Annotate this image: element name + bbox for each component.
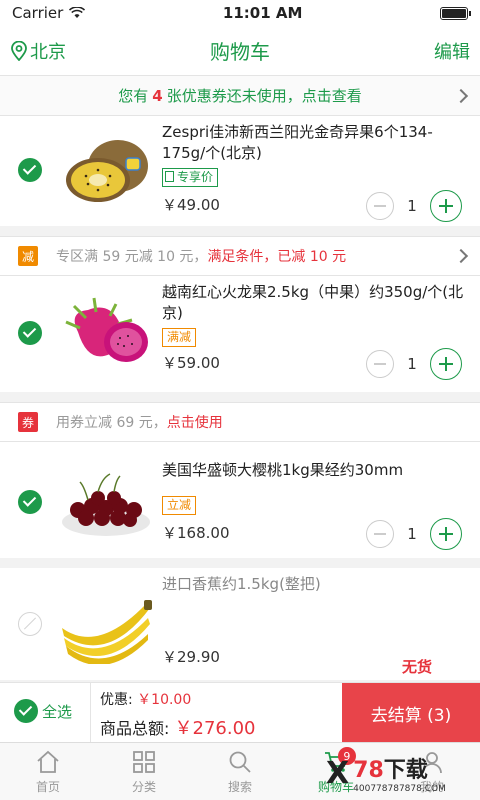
item-checkbox[interactable] — [18, 490, 42, 514]
select-all-label: 全选 — [42, 702, 73, 721]
item-price: ￥168.00 — [162, 524, 230, 542]
divider — [0, 392, 480, 402]
location-label: 北京 — [30, 41, 66, 63]
cart-item: 美国华盛顿大樱桃1kg果经约30mm 立减 ￥168.00 1 — [0, 448, 480, 558]
promo-badge: 减 — [18, 246, 38, 266]
divider — [0, 558, 480, 568]
chevron-right-icon — [453, 248, 469, 264]
checkout-button[interactable]: 去结算 (3) — [342, 683, 480, 743]
banana-image — [62, 600, 152, 664]
status-time: 11:01 AM — [222, 4, 303, 22]
edit-button[interactable]: 编辑 — [434, 38, 470, 64]
quantity-stepper: 1 — [366, 190, 462, 222]
total-label: 商品总额: — [100, 719, 170, 738]
watermark-x: X — [326, 755, 350, 791]
status-bar: Carrier 11:01 AM — [0, 0, 480, 26]
home-icon — [37, 750, 59, 773]
item-price: ￥29.90 — [162, 648, 220, 666]
item-name[interactable]: 美国华盛顿大樱桃1kg果经约30mm — [162, 460, 470, 481]
item-price: ￥49.00 — [162, 196, 220, 214]
increase-button[interactable] — [430, 518, 462, 550]
tab-label: 首页 — [35, 780, 60, 794]
total-value: ￥276.00 — [174, 718, 256, 739]
item-tag: 满减 — [162, 328, 197, 347]
coupon-suffix: 张优惠券还未使用，点击查看 — [166, 87, 362, 105]
divider — [90, 683, 91, 742]
location-pin-icon — [11, 40, 27, 61]
out-of-stock-label: 无货 — [401, 658, 432, 676]
category-icon — [133, 751, 155, 773]
page-title: 购物车 — [210, 40, 270, 64]
increase-button[interactable] — [430, 348, 462, 380]
coupon-banner[interactable]: 您有 4 张优惠券还未使用，点击查看 — [0, 76, 480, 116]
discount-row: 优惠: ￥10.00 — [100, 689, 191, 709]
tab-search[interactable]: 搜索 — [192, 743, 288, 800]
promo-text: 专区满 59 元减 10 元， — [56, 249, 208, 265]
battery-icon — [439, 6, 471, 20]
item-name[interactable]: Zespri佳沛新西兰阳光金奇异果6个134-175g/个(北京) — [162, 122, 470, 164]
tab-home[interactable]: 首页 — [0, 743, 96, 800]
coupon-prefix: 您有 — [118, 87, 149, 105]
kiwi-image — [66, 140, 148, 202]
tag-icon — [165, 171, 174, 182]
item-name[interactable]: 进口香蕉约1.5kg(整把) — [162, 574, 470, 595]
total-row: 商品总额: ￥276.00 — [100, 714, 255, 740]
select-all-checkbox[interactable] — [14, 699, 38, 723]
item-tag: 立减 — [162, 496, 197, 515]
quantity-stepper: 1 — [366, 348, 462, 380]
tab-bar: 首页 分类 搜索 购物车 9 我的 X 78下载 400778787878.CO… — [0, 742, 480, 800]
item-quantity[interactable]: 1 — [394, 355, 430, 373]
chevron-right-icon — [453, 88, 469, 103]
coupon-count: 4 — [152, 86, 163, 105]
promo-status: 满足条件，已减 10 元 — [207, 249, 347, 265]
item-name[interactable]: 越南红心火龙果2.5kg（中果）约350g/个(北京) — [162, 282, 470, 324]
decrease-button[interactable] — [366, 192, 394, 220]
watermark-logo: X 78下载 400778787878.COM — [326, 750, 476, 796]
discount-label: 优惠: — [100, 692, 133, 708]
increase-button[interactable] — [430, 190, 462, 222]
item-checkbox-disabled — [18, 612, 42, 636]
cart-item: Zespri佳沛新西兰阳光金奇异果6个134-175g/个(北京) 专享价 ￥4… — [0, 116, 480, 226]
cherry-image — [62, 473, 150, 536]
item-checkbox[interactable] — [18, 321, 42, 345]
search-icon — [229, 751, 251, 773]
item-quantity[interactable]: 1 — [394, 197, 430, 215]
checkout-bar: 全选 优惠: ￥10.00 商品总额: ￥276.00 去结算 (3) — [0, 682, 480, 743]
cart-item: 越南红心火龙果2.5kg（中果）约350g/个(北京) 满减 ￥59.00 1 — [0, 276, 480, 392]
tab-label: 分类 — [131, 780, 156, 794]
watermark-site: 400778787878.COM — [353, 784, 446, 794]
item-checkbox[interactable] — [18, 158, 42, 182]
item-price: ￥59.00 — [162, 354, 220, 372]
item-tag-label: 专享价 — [177, 170, 214, 184]
coupon-row[interactable]: 券 用券立减 69 元， 点击使用 — [0, 402, 480, 442]
select-all-toggle[interactable]: 全选 — [14, 699, 72, 723]
nav-bar: 北京 购物车 编辑 — [0, 26, 480, 76]
coupon-badge: 券 — [18, 412, 38, 432]
wifi-icon — [69, 7, 86, 18]
item-quantity[interactable]: 1 — [394, 525, 430, 543]
coupon-use-link[interactable]: 点击使用 — [167, 412, 223, 432]
divider — [0, 226, 480, 236]
quantity-stepper: 1 — [366, 518, 462, 550]
coupon-text: 用券立减 69 元， — [56, 415, 167, 431]
decrease-button[interactable] — [366, 350, 394, 378]
dragon-fruit-image — [65, 297, 148, 362]
promo-row[interactable]: 减 专区满 59 元减 10 元， 满足条件，已减 10 元 — [0, 236, 480, 276]
location-selector[interactable]: 北京 — [10, 38, 66, 64]
carrier-label: Carrier — [12, 4, 64, 22]
tab-category[interactable]: 分类 — [96, 743, 192, 800]
tab-label: 搜索 — [227, 780, 252, 794]
item-tag: 专享价 — [162, 168, 219, 187]
watermark-brand: 78下载 — [353, 758, 428, 783]
decrease-button[interactable] — [366, 520, 394, 548]
discount-value: ￥10.00 — [137, 692, 192, 708]
